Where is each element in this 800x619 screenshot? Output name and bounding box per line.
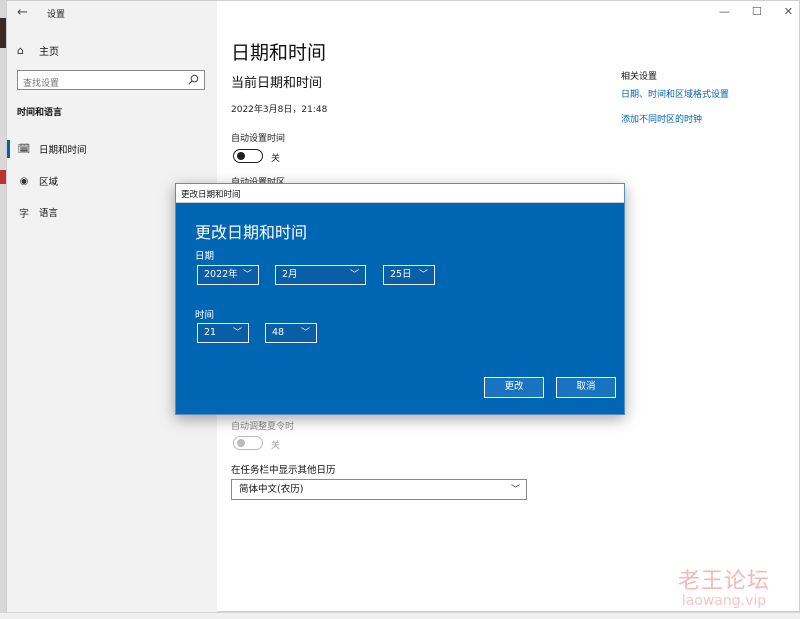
app-title: 设置 [47,10,66,20]
section-title: 时间和语言 [17,108,63,118]
change-button[interactable]: 更改 [484,377,544,398]
chevron-down-icon: ﹀ [232,328,242,338]
chevron-down-icon: ﹀ [349,270,359,280]
dst-label: 自动调整夏令时 [231,422,295,432]
sidebar-item-datetime[interactable]: 🗓 日期和时间 [17,140,87,158]
search-icon[interactable] [188,74,199,85]
calendar-select[interactable]: 简体中文(农历) ﹀ [231,479,527,500]
month-value: 2月 [282,269,298,280]
close-button[interactable]: ✕ [784,5,793,18]
minute-dropdown[interactable]: 48 ﹀ [265,323,317,343]
section-subtitle: 当前日期和时间 [231,76,323,91]
related-link-add-clocks[interactable]: 添加不同时区的时钟 [621,112,702,125]
month-dropdown[interactable]: 2月 ﹀ [275,265,366,285]
sidebar-item-label: 区域 [39,177,59,188]
calendar-select-value: 简体中文(农历) [239,484,304,495]
nav-home-label: 主页 [39,46,59,58]
day-dropdown[interactable]: 25日 ﹀ [383,265,435,285]
chevron-down-icon: ﹀ [242,270,252,280]
toggle-knob [237,439,245,447]
related-link-region-format[interactable]: 日期、时间和区域格式设置 [621,87,729,100]
change-datetime-dialog: 更改日期和时间 更改日期和时间 日期 2022年 ﹀ 2月 ﹀ 25日 ﹀ 时间… [175,183,625,415]
nav-home[interactable]: ⌂ 主页 [17,41,59,59]
watermark-en: laowang.vip [681,593,767,609]
taskbar-edge [0,612,800,619]
current-datetime: 2022年3月8日，21:48 [231,105,328,115]
hour-value: 21 [204,327,217,338]
watermark: 老王论坛 laowang.vip [678,563,770,609]
window-controls: — ☐ ✕ [719,5,793,18]
year-dropdown[interactable]: 2022年 ﹀ [197,265,259,285]
toggle-knob [237,152,245,160]
dst-state: 关 [271,441,281,451]
chevron-down-icon: ﹀ [300,328,310,338]
sidebar-item-label: 日期和时间 [39,145,87,156]
date-label: 日期 [195,251,215,262]
sidebar-item-label: 语言 [39,208,59,219]
maximize-button[interactable]: ☐ [752,5,762,18]
hour-dropdown[interactable]: 21 ﹀ [197,323,249,343]
home-icon: ⌂ [17,43,24,57]
search-input[interactable] [18,75,178,93]
sidebar-item-language[interactable]: 字 语言 [17,203,58,221]
minimize-button[interactable]: — [719,5,730,18]
auto-time-state: 关 [271,154,281,164]
dialog-window-title: 更改日期和时间 [181,190,241,200]
related-settings-title: 相关设置 [621,72,658,82]
day-value: 25日 [390,269,412,280]
minute-value: 48 [272,327,285,338]
calendar-label: 在任务栏中显示其他日历 [231,465,336,476]
language-icon: 字 [19,208,29,220]
dst-toggle[interactable] [233,436,263,450]
calendar-clock-icon: 🗓 [17,143,31,155]
auto-time-label: 自动设置时间 [231,134,286,144]
back-arrow-icon[interactable]: ← [17,5,33,21]
year-value: 2022年 [204,269,238,280]
chevron-down-icon: ﹀ [510,485,520,495]
search-box[interactable] [17,70,205,93]
cancel-button[interactable]: 取消 [556,377,616,398]
dialog-heading: 更改日期和时间 [195,223,308,242]
sidebar-item-region[interactable]: ◉ 区域 [17,172,58,190]
chevron-down-icon: ﹀ [418,270,428,280]
active-indicator [7,140,10,158]
page-title: 日期和时间 [231,42,327,64]
globe-region-icon: ◉ [19,175,29,187]
dialog-titlebar: 更改日期和时间 [176,184,624,203]
auto-time-toggle[interactable] [233,149,263,163]
watermark-cn: 老王论坛 [677,569,770,594]
time-label: 时间 [195,310,215,321]
